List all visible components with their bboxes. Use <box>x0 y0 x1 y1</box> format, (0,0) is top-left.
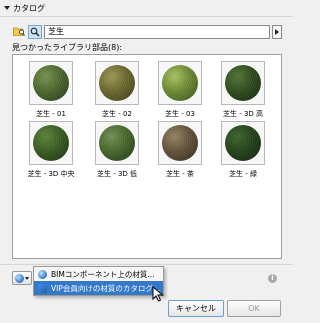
library-item[interactable]: 芝生 - 茶 <box>148 121 212 179</box>
results-grid: 芝生 - 01 芝生 - 02 芝生 - 03 芝生 - 3D 高 芝生 - 3… <box>12 54 282 259</box>
material-sphere-image <box>162 125 198 161</box>
item-label: 芝生 - 02 <box>102 110 132 118</box>
library-item[interactable]: 芝生 - 緑 <box>211 121 275 179</box>
item-label: 芝生 - 3D 高 <box>222 110 264 118</box>
item-thumbnail <box>158 121 202 165</box>
item-label: 芝生 - 3D 低 <box>96 170 138 178</box>
search-value: 芝生 <box>48 27 64 36</box>
material-sphere-image <box>225 125 261 161</box>
item-label: 芝生 - 03 <box>165 110 195 118</box>
ok-button[interactable]: OK <box>227 300 281 317</box>
results-count-label: 見つかったライブラリ部品(8): <box>12 43 123 52</box>
item-label: 芝生 - 茶 <box>166 170 194 178</box>
magnifier-icon <box>30 27 40 36</box>
material-sphere-image <box>33 125 69 161</box>
library-item[interactable]: 芝生 - 02 <box>85 61 149 119</box>
search-row: 芝生 <box>12 24 282 39</box>
item-thumbnail <box>221 121 265 165</box>
item-thumbnail <box>221 61 265 105</box>
collapse-triangle-icon <box>4 6 10 10</box>
online-catalog-popup-menu: BIMコンポーネント上の材質... VIP会員向けの材質のカタログ... <box>33 266 164 296</box>
material-sphere-image <box>33 65 69 101</box>
bim-globe-icon <box>38 269 47 279</box>
catalog-section-title: カタログ <box>13 3 45 13</box>
material-sphere-image <box>225 65 261 101</box>
item-label: 芝生 - 01 <box>36 110 66 118</box>
info-icon[interactable]: i <box>268 274 277 283</box>
menu-item-vip-catalog[interactable]: VIP会員向けの材質のカタログ... <box>34 281 163 295</box>
cancel-button[interactable]: キャンセル <box>168 300 224 317</box>
item-thumbnail <box>95 121 139 165</box>
divider <box>0 264 293 265</box>
library-item[interactable]: 芝生 - 03 <box>148 61 212 119</box>
item-thumbnail <box>95 61 139 105</box>
search-mode-button[interactable] <box>28 24 42 39</box>
chevron-down-icon <box>25 276 29 280</box>
item-thumbnail <box>29 61 73 105</box>
item-thumbnail <box>29 121 73 165</box>
online-catalog-menu-button[interactable] <box>12 271 32 285</box>
mouse-cursor-icon <box>152 286 164 302</box>
catalog-section-header[interactable]: カタログ <box>4 2 45 14</box>
menu-item-label: BIMコンポーネント上の材質... <box>51 269 155 279</box>
search-go-button[interactable] <box>272 24 282 39</box>
folder-search-button[interactable] <box>12 25 26 39</box>
folder-search-icon <box>13 27 25 36</box>
library-item[interactable]: 芝生 - 01 <box>19 61 83 119</box>
item-thumbnail <box>158 61 202 105</box>
divider <box>0 16 293 17</box>
material-sphere-image <box>99 125 135 161</box>
menu-item-bim-components[interactable]: BIMコンポーネント上の材質... <box>34 267 163 281</box>
library-item[interactable]: 芝生 - 3D 高 <box>211 61 275 119</box>
item-label: 芝生 - 3D 中央 <box>27 170 75 178</box>
play-arrow-icon <box>275 28 279 35</box>
library-item[interactable]: 芝生 - 3D 低 <box>85 121 149 179</box>
vip-catalog-icon <box>38 283 47 293</box>
search-input[interactable]: 芝生 <box>44 24 270 39</box>
item-label: 芝生 - 緑 <box>229 170 257 178</box>
menu-item-label: VIP会員向けの材質のカタログ... <box>51 283 161 293</box>
library-item[interactable]: 芝生 - 3D 中央 <box>19 121 83 179</box>
material-sphere-image <box>162 65 198 101</box>
globe-icon <box>15 273 24 283</box>
material-sphere-image <box>99 65 135 101</box>
